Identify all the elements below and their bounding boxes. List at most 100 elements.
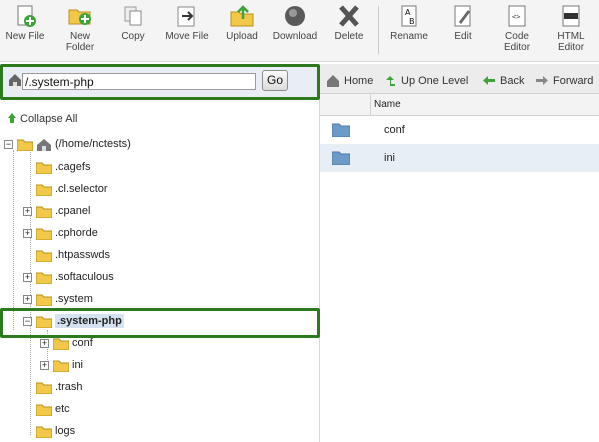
up-arrow-icon [386,76,395,86]
path-highlight-frame [0,64,320,100]
folder-icon [36,228,52,240]
tree-item-label: .cl.selector [55,183,108,195]
folder-icon [332,123,350,137]
download-icon [285,6,305,26]
tree-item-label: .cagefs [55,161,91,173]
tree-item[interactable]: .htpasswds [23,246,110,264]
svg-text:A: A [405,8,411,17]
tree-item[interactable]: + .system [23,290,93,308]
tree-item-label: logs [55,425,76,437]
edit-icon [454,5,471,27]
tree-child-item[interactable]: + ini [40,356,83,374]
forward-arrow-icon [536,76,548,85]
folder-icon [53,338,69,350]
forward-button[interactable]: Forward [535,74,593,87]
new-file-button[interactable]: New File [4,4,46,42]
html-editor-button[interactable]: HTML Editor [554,4,588,53]
download-label: Download [272,31,318,42]
tree-item[interactable]: etc [23,400,70,418]
tree-item-label: .trash [55,381,83,393]
html-editor-label: HTML Editor [557,31,585,53]
expand-toggle[interactable]: + [23,272,32,282]
folder-icon [36,294,52,306]
toolbar-separator [378,6,379,54]
new-file-label: New File [5,31,45,42]
back-label: Back [500,75,525,87]
up-one-level-button[interactable]: Up One Level [383,74,468,87]
new-folder-icon [68,9,91,25]
back-button[interactable]: Back [482,74,524,87]
file-list-header: Name [320,94,599,116]
html-editor-icon [562,5,580,27]
home-nav-label: Home [344,75,374,87]
copy-label: Copy [121,31,145,42]
file-name: ini [384,152,396,164]
rename-icon: AB [401,5,417,27]
svg-text:B: B [409,17,415,26]
name-column-header[interactable]: Name [374,99,401,110]
copy-icon [124,6,142,26]
code-editor-label: Code Editor [503,31,531,53]
selected-folder-highlight-frame [0,308,320,338]
tree-connector [13,150,14,330]
navigation-bar: Home Up One Level Back Forward [320,64,599,94]
tree-item[interactable]: + .cphorde [23,224,98,242]
tree-item-label: .htpasswds [55,249,111,261]
copy-button[interactable]: Copy [118,4,148,42]
rename-button[interactable]: AB Rename [389,4,429,42]
folder-icon [36,250,52,262]
svg-text:<>: <> [512,13,520,21]
folder-icon [36,206,52,218]
move-file-label: Move File [165,31,209,42]
edit-button[interactable]: Edit [450,4,476,42]
expand-toggle[interactable]: + [23,206,32,216]
expand-toggle[interactable]: + [40,360,49,370]
new-file-icon [17,5,36,27]
delete-icon [339,5,359,27]
new-folder-label: New Folder [65,31,95,53]
tree-item[interactable]: .cl.selector [23,180,108,198]
delete-button[interactable]: Delete [332,4,366,42]
collapse-all-link[interactable]: Collapse All [6,112,77,125]
open-folder-icon [17,139,33,151]
file-row[interactable]: ini [320,144,599,172]
folder-icon [36,426,52,438]
home-nav-button[interactable]: Home [326,74,373,87]
new-folder-button[interactable]: New Folder [58,4,102,53]
folder-icon [36,184,52,196]
expand-toggle[interactable]: + [40,338,49,348]
tree-item-label: .softaculous [55,271,114,283]
up-one-level-label: Up One Level [401,75,469,87]
expand-toggle[interactable]: + [23,228,32,238]
move-file-icon [177,6,195,27]
tree-root-label: (/home/nctests) [55,138,131,150]
tree-item[interactable]: + .softaculous [23,268,114,286]
tree-item-label: ini [72,359,84,371]
tree-item-label: .system [55,293,93,305]
move-file-button[interactable]: Move File [162,4,212,42]
folder-icon [36,162,52,174]
upload-icon [230,5,254,27]
tree-item[interactable]: + .cpanel [23,202,90,220]
forward-label: Forward [553,75,594,87]
tree-item[interactable]: .cagefs [23,158,90,176]
tree-root-row[interactable]: − (/home/nctests) [4,135,131,153]
rename-label: Rename [390,31,428,42]
collapse-toggle[interactable]: − [4,139,13,149]
home-icon [327,75,339,87]
file-row[interactable]: conf [320,116,599,144]
expand-toggle[interactable]: + [23,294,32,304]
file-name: conf [384,124,405,136]
toolbar: New File New Folder Copy Move File Uploa… [0,0,599,62]
tree-item[interactable]: .trash [23,378,83,396]
tree-item[interactable]: logs [23,422,75,440]
collapse-all-label: Collapse All [20,113,78,125]
download-button[interactable]: Download [270,4,320,42]
code-editor-button[interactable]: <> Code Editor [500,4,534,53]
folder-icon [36,382,52,394]
home-icon [37,138,51,151]
upload-button[interactable]: Upload [224,4,260,42]
column-separator [370,94,371,116]
folder-icon [36,272,52,284]
edit-label: Edit [454,31,472,42]
